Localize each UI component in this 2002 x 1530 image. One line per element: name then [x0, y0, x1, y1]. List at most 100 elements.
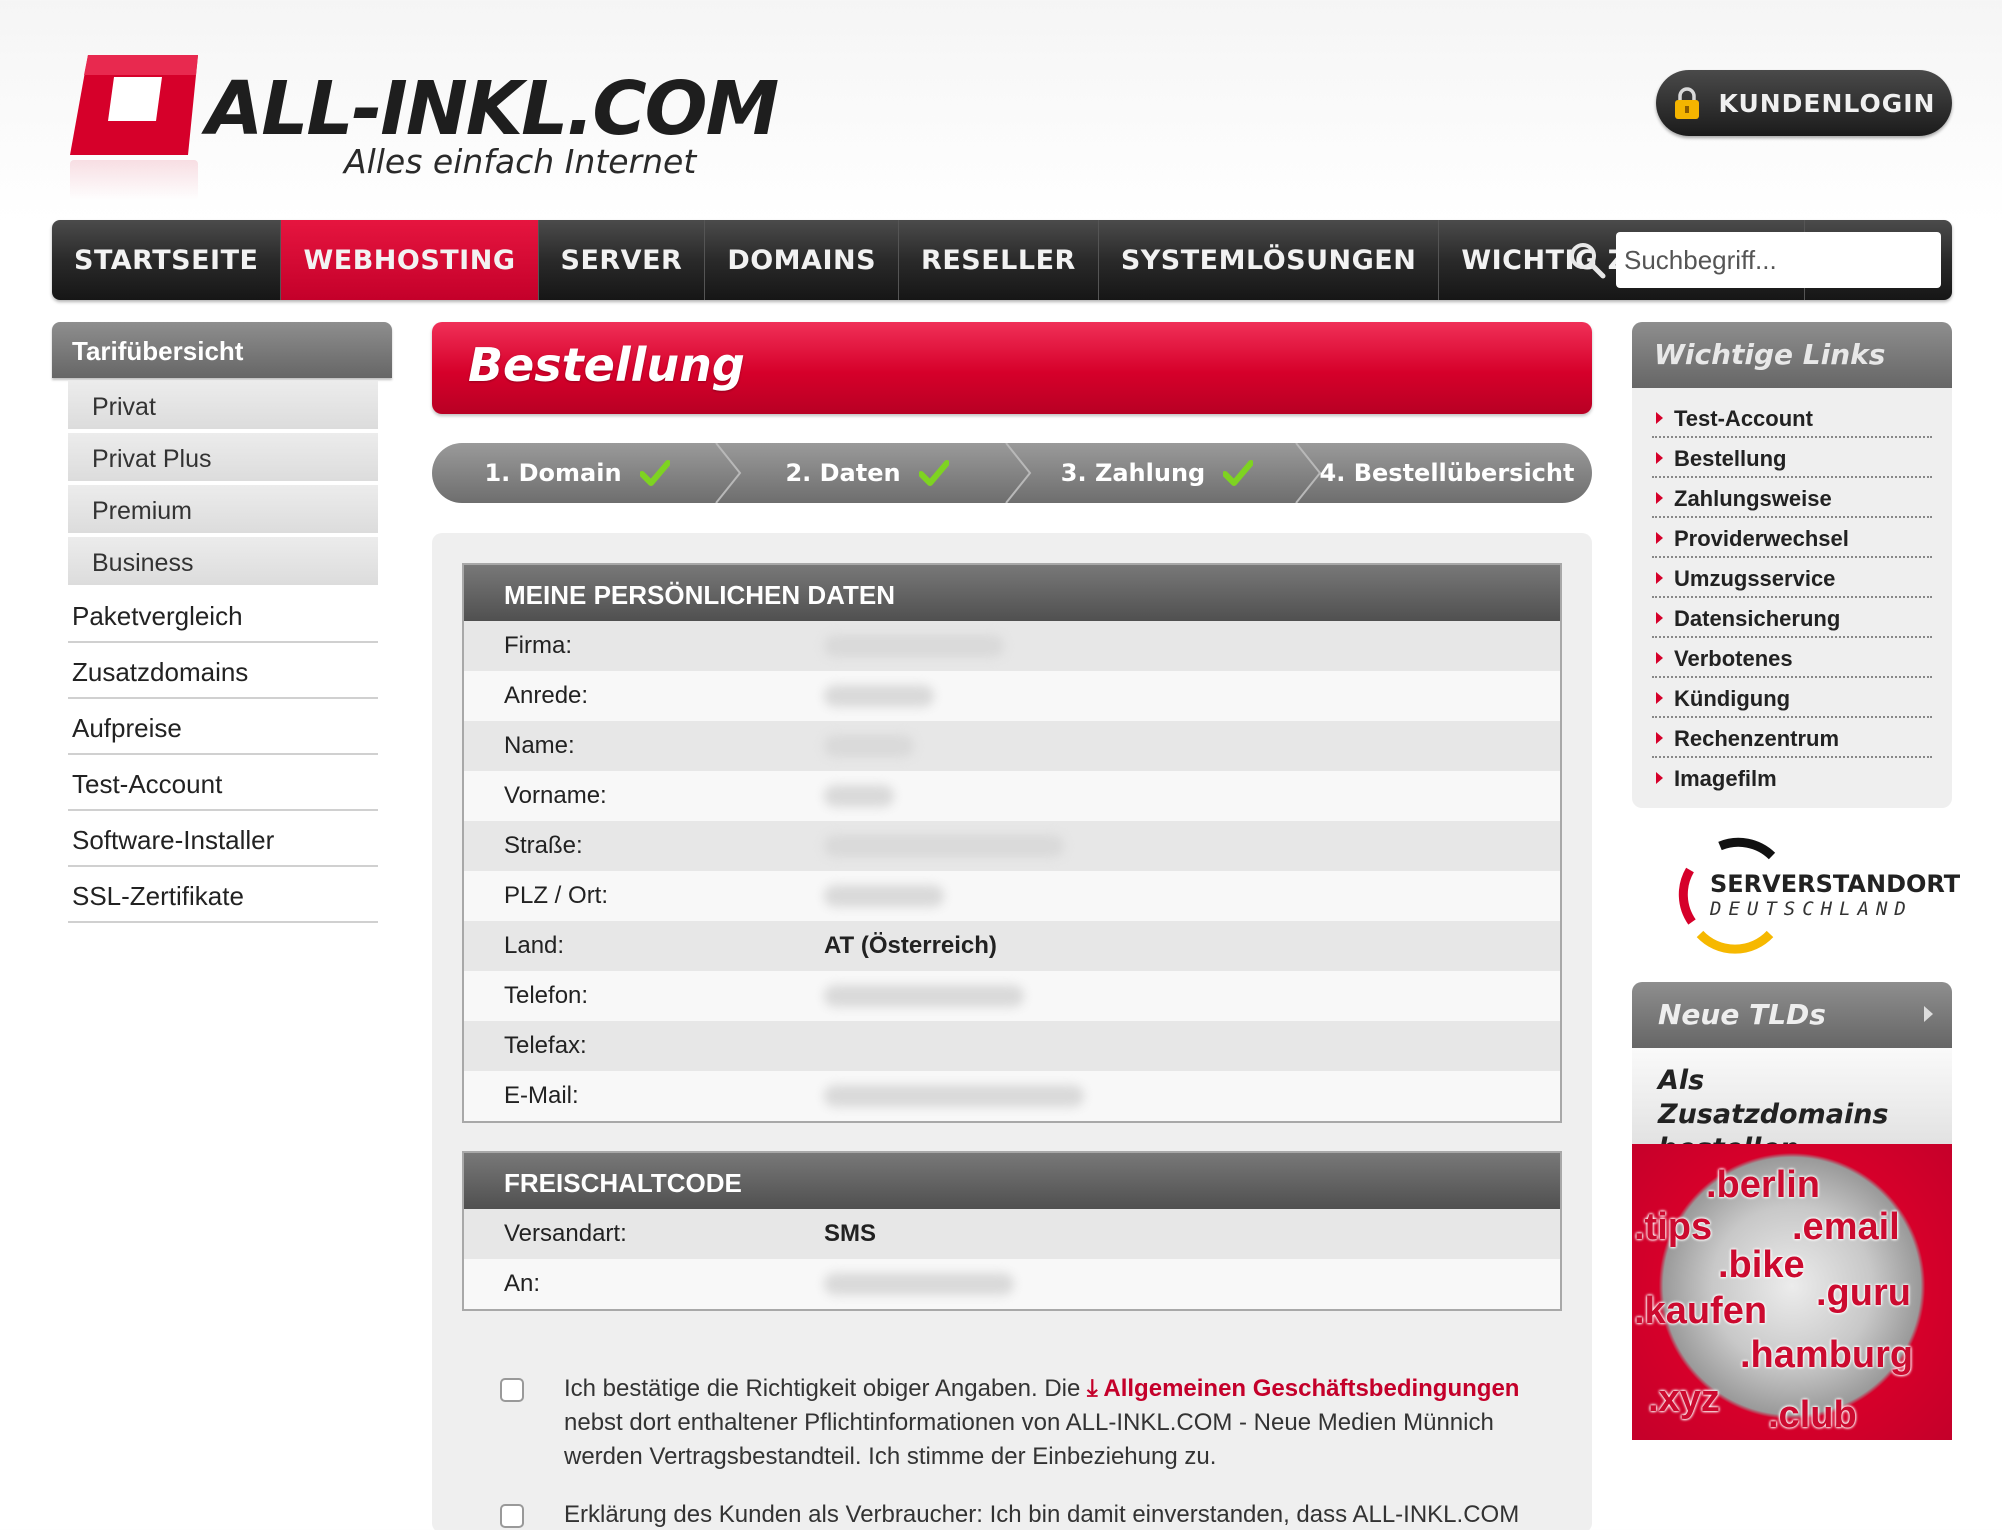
agb-link-label: Allgemeinen Geschäftsbedingungen: [1103, 1375, 1520, 1402]
row-label: PLZ / Ort:: [504, 882, 609, 909]
nav-item-webhosting[interactable]: WEBHOSTING: [281, 220, 539, 300]
redacted-value: [824, 785, 894, 807]
sidebar-link-paketvergleich[interactable]: Paketvergleich: [68, 587, 378, 643]
table-row: Straße:: [464, 821, 1560, 871]
new-tlds-subheading: Als Zusatzdomains bestellen: [1632, 1048, 1952, 1164]
sidebar-item-privat-plus[interactable]: Privat Plus: [68, 433, 378, 483]
link-test-account[interactable]: Test-Account: [1652, 398, 1932, 438]
step-label: 2. Daten: [785, 459, 901, 487]
personal-data-table: MEINE PERSÖNLICHEN DATEN Firma: Anrede: …: [462, 563, 1562, 1123]
tariff-overview-heading[interactable]: Tarifübersicht: [52, 322, 392, 378]
check-icon: [1223, 460, 1254, 486]
consent-consumer: Erklärung des Kunden als Verbraucher: Ic…: [500, 1498, 1560, 1530]
redacted-value: [824, 685, 934, 707]
personal-data-rows: Firma: Anrede: Name: Vorname: Straße: PL…: [464, 621, 1560, 1121]
consent-agb-text: Ich bestätige die Richtigkeit obiger Ang…: [564, 1372, 1560, 1474]
row-label: Vorname:: [504, 782, 607, 809]
consent-agb-checkbox[interactable]: [500, 1378, 524, 1402]
table-row: An:: [464, 1259, 1560, 1309]
activation-code-table: FREISCHALTCODE Versandart: SMS An:: [462, 1151, 1562, 1311]
row-label: Name:: [504, 732, 575, 759]
arrow-right-icon: [1924, 1006, 1933, 1022]
step-label: 3. Zahlung: [1060, 459, 1206, 487]
sidebar-link-test-account[interactable]: Test-Account: [68, 755, 378, 811]
step-domain: 1. Domain: [432, 443, 722, 503]
lock-icon: [1674, 87, 1699, 119]
consent-consumer-text: Erklärung des Kunden als Verbraucher: Ic…: [564, 1501, 1520, 1528]
globe-tld-image[interactable]: .berlin .tips .email .bike .guru .kaufen…: [1632, 1144, 1952, 1440]
nav-item-domains[interactable]: DOMAINS: [705, 220, 900, 300]
agb-link[interactable]: ⤓ Allgemeinen Geschäftsbedingungen: [1087, 1375, 1519, 1402]
link-providerwechsel[interactable]: Providerwechsel: [1652, 518, 1932, 558]
important-links-heading: Wichtige Links: [1632, 322, 1952, 388]
redacted-value: [824, 885, 944, 907]
brand-logo-icon[interactable]: [70, 55, 198, 155]
brand-name[interactable]: ALL-INKL.COM: [206, 66, 779, 152]
step-zahlung: 3. Zahlung: [1012, 443, 1302, 503]
row-label: Land:: [504, 932, 565, 959]
tld-label: .hamburg: [1740, 1334, 1914, 1376]
table-row: Name:: [464, 721, 1560, 771]
tld-label: .email: [1792, 1206, 1900, 1248]
sidebar-link-aufpreise[interactable]: Aufpreise: [68, 699, 378, 755]
link-datensicherung[interactable]: Datensicherung: [1652, 598, 1932, 638]
shipping-method-value: SMS: [824, 1220, 877, 1247]
table-row: Firma:: [464, 621, 1560, 671]
link-umzugsservice[interactable]: Umzugsservice: [1652, 558, 1932, 598]
personal-data-heading: MEINE PERSÖNLICHEN DATEN: [464, 565, 1560, 621]
nav-item-server[interactable]: SERVER: [539, 220, 706, 300]
step-label: 4. Bestellübersicht: [1319, 459, 1575, 487]
sidebar-item-premium[interactable]: Premium: [68, 485, 378, 535]
table-row: E-Mail:: [464, 1071, 1560, 1121]
consent-agb-text-pre: Ich bestätige die Richtigkeit obiger Ang…: [564, 1375, 1087, 1402]
redacted-value: [824, 985, 1024, 1007]
consent-agb: Ich bestätige die Richtigkeit obiger Ang…: [500, 1372, 1560, 1474]
brand-slogan: Alles einfach Internet: [344, 142, 697, 181]
row-label: Anrede:: [504, 682, 589, 709]
link-verbotenes[interactable]: Verbotenes: [1652, 638, 1932, 678]
sidebar-item-privat[interactable]: Privat: [68, 381, 378, 431]
row-label: Telefax:: [504, 1032, 587, 1059]
step-daten: 2. Daten: [722, 443, 1012, 503]
consent-agb-text-post: nebst dort enthaltener Pflichtinformatio…: [564, 1409, 1494, 1470]
link-kuendigung[interactable]: Kündigung: [1652, 678, 1932, 718]
link-bestellung[interactable]: Bestellung: [1652, 438, 1932, 478]
consent-consumer-checkbox[interactable]: [500, 1504, 524, 1528]
nav-item-reseller[interactable]: RESELLER: [899, 220, 1099, 300]
order-steps: 1. Domain 2. Daten 3. Zahlung 4. Bestell…: [432, 443, 1592, 503]
redacted-value: [824, 1273, 1014, 1295]
check-icon: [918, 460, 949, 486]
tld-label: .berlin: [1706, 1164, 1821, 1206]
redacted-value: [824, 735, 914, 757]
table-row: Land: AT (Österreich): [464, 921, 1560, 971]
sidebar-item-business[interactable]: Business: [68, 537, 378, 587]
link-rechenzentrum[interactable]: Rechenzentrum: [1652, 718, 1932, 758]
new-tlds-heading[interactable]: Neue TLDs: [1632, 982, 1952, 1048]
nav-item-startseite[interactable]: STARTSEITE: [52, 220, 282, 300]
sidebar-link-zusatzdomains[interactable]: Zusatzdomains: [68, 643, 378, 699]
link-zahlungsweise[interactable]: Zahlungsweise: [1652, 478, 1932, 518]
sidebar-link-ssl-zertifikate[interactable]: SSL-Zertifikate: [68, 867, 378, 923]
row-label: Straße:: [504, 832, 583, 859]
customer-login-label: KUNDENLOGIN: [1718, 88, 1936, 118]
tld-label: .bike: [1718, 1244, 1805, 1286]
tld-label: .xyz: [1648, 1378, 1720, 1420]
nav-item-systemloesungen[interactable]: SYSTEMLÖSUNGEN: [1099, 220, 1440, 300]
country-value: AT (Österreich): [824, 932, 997, 959]
step-bestelluebersicht: 4. Bestellübersicht: [1302, 443, 1592, 503]
tld-label: .kaufen: [1634, 1290, 1768, 1332]
table-row: Telefax:: [464, 1021, 1560, 1071]
customer-login-button[interactable]: KUNDENLOGIN: [1656, 70, 1952, 136]
search-input[interactable]: [1616, 232, 1941, 288]
link-imagefilm[interactable]: Imagefilm: [1652, 758, 1932, 798]
redacted-value: [824, 635, 1004, 657]
search-icon[interactable]: [1568, 241, 1606, 279]
row-label: An:: [504, 1270, 541, 1297]
page-title: Bestellung: [468, 338, 745, 392]
server-location-title: SERVERSTANDORT: [1710, 870, 1961, 898]
sidebar-link-software-installer[interactable]: Software-Installer: [68, 811, 378, 867]
logo-reflection: [70, 160, 198, 200]
activation-code-rows: Versandart: SMS An:: [464, 1209, 1560, 1309]
row-label: Telefon:: [504, 982, 589, 1009]
row-label: E-Mail:: [504, 1082, 579, 1109]
